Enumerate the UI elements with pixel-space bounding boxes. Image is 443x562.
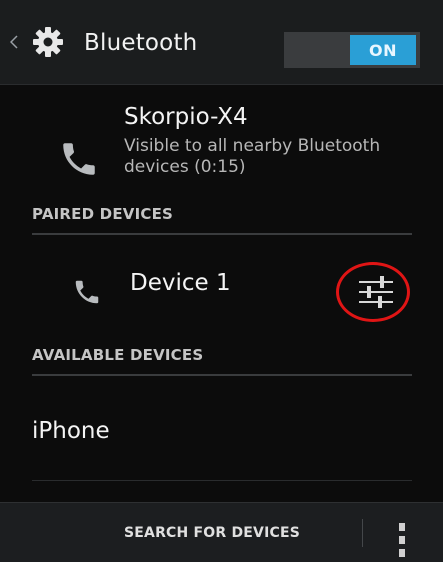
visibility-status: Visible to all nearby Bluetooth devices … bbox=[124, 136, 381, 177]
bluetooth-settings-screen: Bluetooth ON Skorpio-X4 Visible to all n… bbox=[0, 0, 443, 562]
paired-device-name: Device 1 bbox=[130, 270, 231, 296]
available-device-row[interactable]: iPhone bbox=[0, 400, 443, 481]
phone-icon bbox=[72, 277, 102, 307]
toggle-on-label: ON bbox=[350, 35, 416, 65]
overflow-menu-icon[interactable] bbox=[398, 523, 406, 557]
paired-device-row[interactable]: Device 1 bbox=[0, 240, 443, 328]
available-devices-header: AVAILABLE DEVICES bbox=[32, 346, 412, 376]
paired-devices-header: PAIRED DEVICES bbox=[32, 205, 412, 235]
bottom-action-bar: SEARCH FOR DEVICES bbox=[0, 502, 443, 562]
page-title: Bluetooth bbox=[84, 30, 198, 56]
device-name: Skorpio-X4 bbox=[124, 104, 248, 130]
back-caret-icon[interactable] bbox=[9, 34, 18, 49]
divider bbox=[362, 519, 363, 547]
search-for-devices-button[interactable]: SEARCH FOR DEVICES bbox=[0, 503, 362, 562]
action-bar: Bluetooth ON bbox=[0, 0, 443, 85]
bluetooth-toggle[interactable]: ON bbox=[284, 32, 420, 68]
available-device-name: iPhone bbox=[32, 418, 110, 444]
divider bbox=[32, 480, 412, 481]
highlight-circle bbox=[336, 262, 410, 322]
phone-icon bbox=[58, 138, 100, 180]
settings-gear-icon[interactable] bbox=[32, 26, 64, 58]
device-header[interactable]: Skorpio-X4 Visible to all nearby Bluetoo… bbox=[0, 86, 443, 196]
